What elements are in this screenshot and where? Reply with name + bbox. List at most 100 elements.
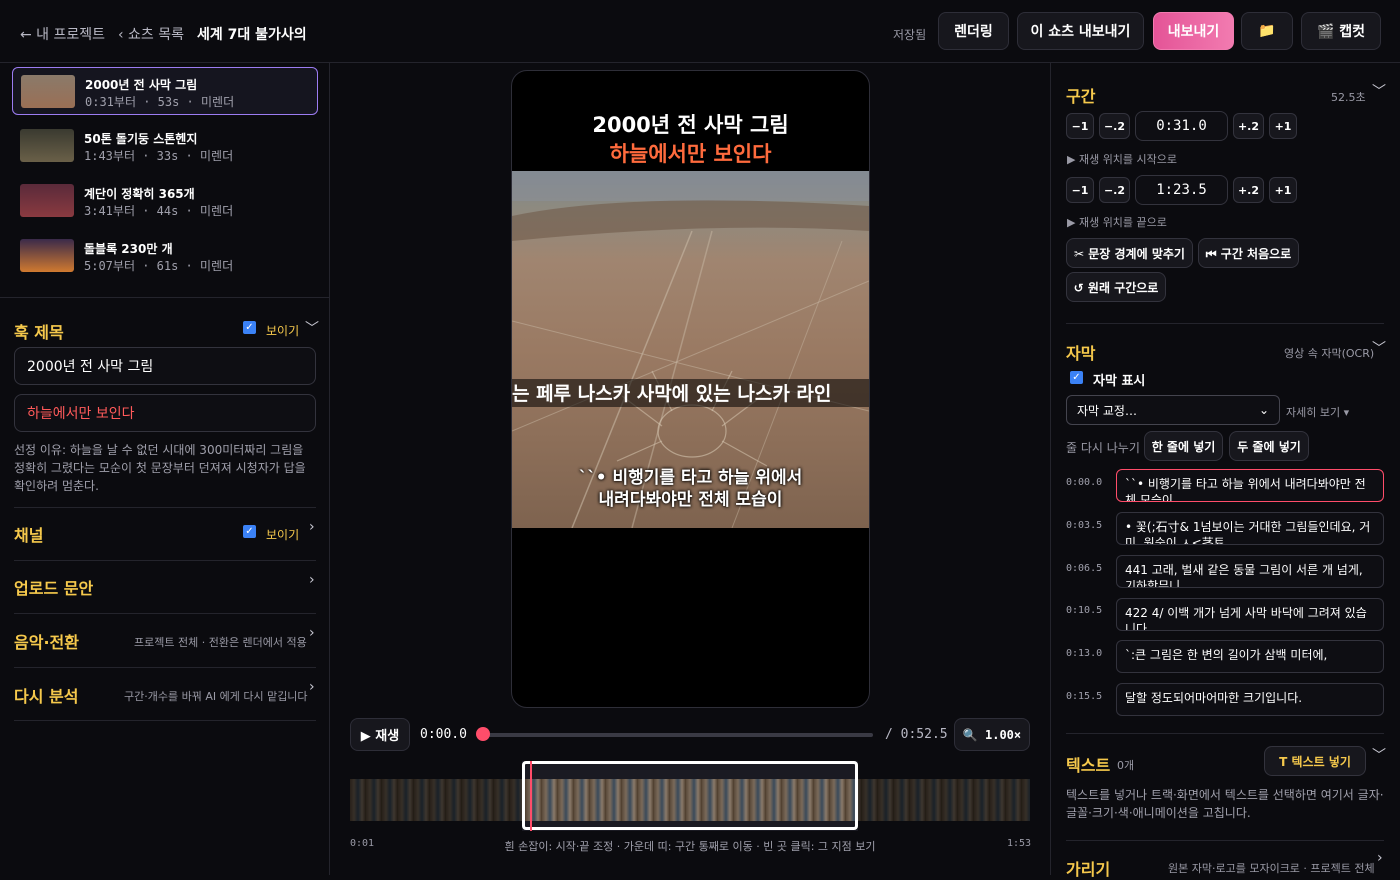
set-start-link[interactable]: ▶ 재생 위치를 시작으로	[1067, 151, 1177, 167]
ocr-caption-bar: 는 페루 나스카 사막에 있는 나스카 라인	[512, 379, 869, 407]
show-captions-label: 자막 표시	[1093, 374, 1146, 389]
export-this-short-button[interactable]: 이 쇼츠 내보내기	[1017, 12, 1144, 50]
clip-thumbnail	[20, 239, 74, 272]
chevron-right-icon[interactable]: ›	[309, 679, 315, 695]
seek-handle[interactable]	[476, 727, 490, 741]
start-plus-02-button[interactable]: +.2	[1233, 113, 1264, 139]
clip-title: 계단이 정확히 365개	[84, 187, 195, 201]
clip-meta: 0:31부터 · 53s · 미렌더	[85, 95, 235, 109]
preview-hook-line2: 하늘에서만 보인다	[609, 142, 772, 166]
show-captions-checkbox[interactable]: ✓	[1070, 371, 1083, 384]
range-heading: 구간	[1066, 87, 1096, 106]
caption-cue-input[interactable]: • 꽃(;石寸& 1넘보이는 거대한 그림들인데요, 거미, 원숭이 ㅅ<茎툐	[1116, 512, 1384, 545]
clip-item[interactable]: 돌블록 230만 개 5:07부터 · 61s · 미렌더	[12, 232, 318, 280]
reanalyze-hint: 구간·개수를 바꿔 AI 에게 다시 맡깁니다	[124, 690, 308, 703]
clip-meta: 5:07부터 · 61s · 미렌더	[84, 259, 234, 273]
restore-range-button[interactable]: ↺ 원래 구간으로	[1066, 272, 1166, 302]
cue-time: 0:10.5	[1066, 605, 1103, 616]
cue-time: 0:03.5	[1066, 520, 1103, 531]
timeline-hint: 흰 손잡이: 시작·끝 조정 · 가운데 띠: 구간 통째로 이동 · 빈 곳 …	[504, 840, 876, 853]
channel-heading[interactable]: 채널	[14, 522, 43, 546]
music-transition-heading[interactable]: 음악·전환	[14, 629, 79, 653]
seek-track[interactable]	[483, 733, 873, 737]
range-selection-band[interactable]	[522, 761, 858, 830]
music-hint: 프로젝트 전체 · 전환은 렌더에서 적용	[134, 636, 307, 649]
channel-visible-checkbox[interactable]: ✓	[243, 525, 256, 538]
start-plus-1-button[interactable]: +1	[1269, 113, 1297, 139]
end-plus-1-button[interactable]: +1	[1269, 177, 1297, 203]
start-minus-1-button[interactable]: −1	[1066, 113, 1094, 139]
back-to-projects-link[interactable]: ← 내 프로젝트	[20, 24, 105, 44]
folder-icon: 📁	[1258, 23, 1276, 39]
end-plus-02-button[interactable]: +.2	[1233, 177, 1264, 203]
capcut-button[interactable]: 🎬 캡컷	[1301, 12, 1381, 50]
clip-thumbnail	[20, 184, 74, 217]
blur-hint: 원본 자막·로고를 모자이크로 · 프로젝트 전체	[1168, 862, 1375, 875]
hook-visible-label: 보이기	[266, 324, 300, 338]
two-line-button[interactable]: 두 줄에 넣기	[1229, 431, 1309, 461]
caption-fix-select[interactable]: 자막 교정… ⌄	[1066, 395, 1280, 425]
divider	[14, 560, 316, 561]
caption-cue-input[interactable]: 441 고래, 벌새 같은 동물 그림이 서른 개 넘게, 기하학무니	[1116, 555, 1384, 588]
fit-sentence-button[interactable]: ✂ 문장 경계에 맞추기	[1066, 238, 1193, 268]
timeline-filmstrip[interactable]	[350, 761, 1030, 831]
shorts-list-link[interactable]: ‹ 쇼츠 목록	[118, 24, 184, 44]
video-preview[interactable]: 2000년 전 사막 그림 하늘에서만 보인다 는 페루 나스카 사막에 있는 …	[511, 70, 870, 708]
folder-button[interactable]: 📁	[1241, 12, 1293, 50]
timeline-end-label: 1:53	[1007, 838, 1032, 849]
chevron-right-icon[interactable]: ›	[1377, 850, 1383, 866]
chevron-right-icon[interactable]: ›	[309, 572, 315, 588]
hook-line2-input[interactable]: 하늘에서만 보인다	[14, 394, 316, 432]
detail-toggle[interactable]: 자세히 보기 ▾	[1286, 404, 1349, 420]
divider	[14, 667, 316, 668]
chevron-down-icon: ⌄	[1258, 403, 1269, 417]
set-end-link[interactable]: ▶ 재생 위치를 끝으로	[1067, 214, 1167, 230]
timeline-playhead[interactable]	[530, 761, 532, 831]
clip-item[interactable]: 50톤 돌기둥 스톤헨지 1:43부터 · 33s · 미렌더	[12, 122, 318, 170]
divider	[14, 720, 316, 721]
reanalyze-heading[interactable]: 다시 분석	[14, 683, 78, 707]
hook-line1-input[interactable]: 2000년 전 사막 그림	[14, 347, 316, 385]
clip-thumbnail	[21, 75, 75, 108]
clip-thumbnail	[20, 129, 74, 162]
chevron-down-icon[interactable]: ﹀	[1372, 81, 1386, 101]
play-button[interactable]: ▶ 재생	[350, 718, 410, 751]
cue-time: 0:06.5	[1066, 563, 1103, 574]
zoom-button[interactable]: 🔍 1.00×	[954, 718, 1030, 751]
clip-title: 50톤 돌기둥 스톤헨지	[84, 132, 198, 146]
export-button[interactable]: 내보내기	[1153, 12, 1234, 50]
end-time-input[interactable]: 1:23.5	[1135, 175, 1228, 205]
caption-cue-input[interactable]: 달할 정도되어마어마한 크기입니다.	[1116, 683, 1384, 716]
text-heading: 텍스트	[1066, 756, 1111, 775]
blur-heading[interactable]: 가리기	[1066, 856, 1110, 880]
hook-visible-checkbox[interactable]: ✓	[243, 321, 256, 334]
chevron-right-icon[interactable]: ›	[309, 625, 315, 641]
clip-meta: 1:43부터 · 33s · 미렌더	[84, 149, 234, 163]
chevron-down-icon[interactable]: ﹀	[1372, 338, 1386, 358]
chevron-right-icon[interactable]: ›	[309, 519, 315, 535]
caption-cue-input[interactable]: `:큰 그림은 한 변의 길이가 삼백 미터에,	[1116, 640, 1384, 673]
upload-copy-heading[interactable]: 업로드 문안	[14, 575, 93, 599]
divider	[14, 507, 316, 508]
outside-range-right	[858, 761, 1030, 831]
caption-cue-input[interactable]: 422 4/ 이백 개가 넘게 사막 바닥에 그려져 있습니다	[1116, 598, 1384, 631]
render-button[interactable]: 렌더링	[938, 12, 1009, 50]
add-text-button[interactable]: T 텍스트 넣기	[1264, 746, 1366, 776]
clip-item[interactable]: 계단이 정확히 365개 3:41부터 · 44s · 미렌더	[12, 177, 318, 225]
clip-item[interactable]: 2000년 전 사막 그림 0:31부터 · 53s · 미렌더	[12, 67, 318, 115]
start-minus-02-button[interactable]: −.2	[1099, 113, 1130, 139]
range-start-button[interactable]: ⏮ 구간 처음으로	[1198, 238, 1299, 268]
caption-cue-input[interactable]: ``• 비행기를 타고 하늘 위에서 내려다봐야만 전체 모습이	[1116, 469, 1384, 502]
start-time-input[interactable]: 0:31.0	[1135, 111, 1228, 141]
end-minus-1-button[interactable]: −1	[1066, 177, 1094, 203]
ocr-note: 영상 속 자막(OCR)	[1284, 347, 1375, 360]
end-minus-02-button[interactable]: −.2	[1099, 177, 1130, 203]
chevron-down-icon[interactable]: ﹀	[305, 318, 319, 338]
chevron-down-icon[interactable]: ﹀	[1372, 745, 1386, 765]
selection-reason: 선정 이유: 하늘을 날 수 없던 시대에 300미터짜리 그림을 정확히 그렸…	[14, 443, 306, 493]
hook-title-heading: 훅 제목	[14, 323, 64, 342]
preview-caption-line2: 내려다봐야만 전체 모습이	[598, 490, 783, 510]
text-hint: 텍스트를 넣거나 트랙·화면에서 텍스트를 선택하면 여기서 글자·글꼴·크기·…	[1066, 788, 1384, 820]
preview-hook-line1: 2000년 전 사막 그림	[592, 113, 789, 137]
one-line-button[interactable]: 한 줄에 넣기	[1144, 431, 1223, 461]
